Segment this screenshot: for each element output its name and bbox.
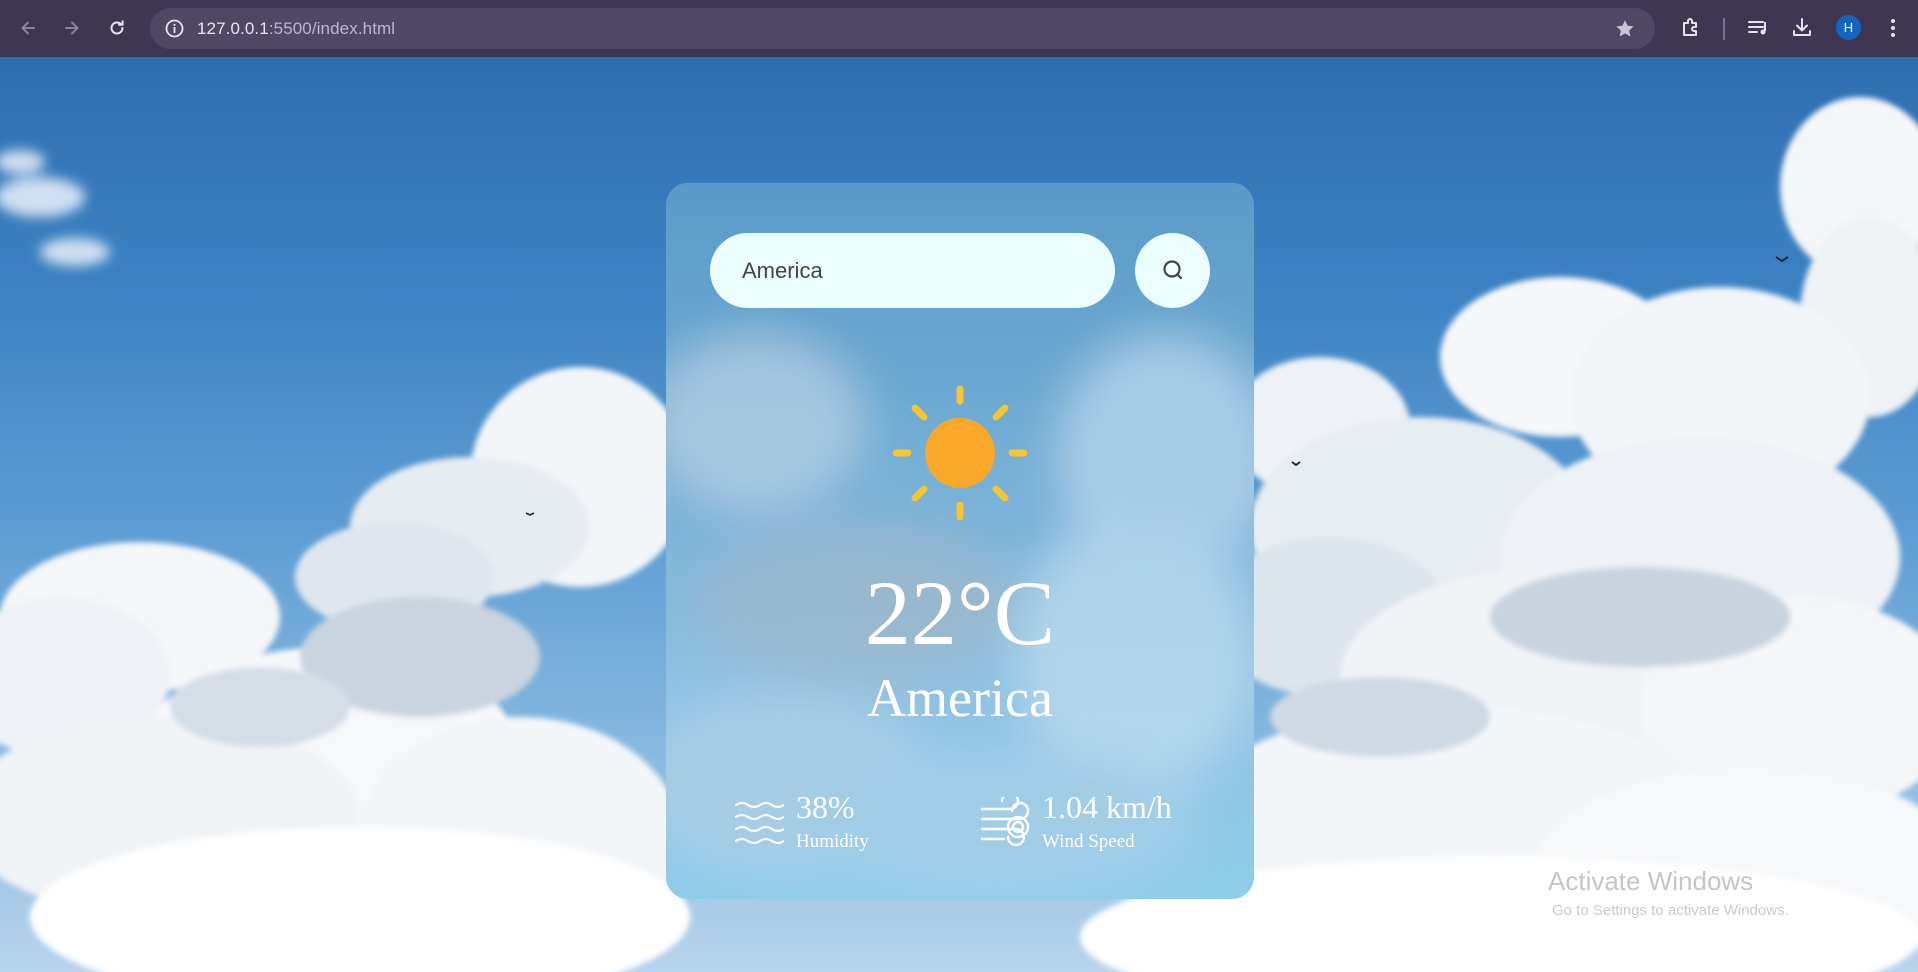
weather-card: America 22°C America 38% Humidity 1.04 k… (666, 183, 1254, 899)
windows-activation-subtitle: Go to Settings to activate Windows. (1552, 902, 1789, 919)
search-button[interactable] (1135, 233, 1210, 308)
search-icon (1162, 259, 1182, 279)
temperature-value: 22°C (864, 562, 1056, 664)
url-host: 127.0.0.1 (197, 19, 269, 38)
wind-block: 1.04 km/h Wind Speed (980, 791, 1172, 851)
humidity-value: 38% (796, 789, 855, 825)
forward-arrow-icon (65, 21, 79, 35)
media-control-icon[interactable] (1744, 14, 1772, 42)
url-path: :5500/index.html (268, 19, 396, 38)
profile-avatar[interactable]: H (1836, 15, 1861, 40)
city-search-input[interactable]: America (710, 233, 1115, 308)
extensions-icon[interactable] (1677, 14, 1705, 42)
wind-speed-value: 1.04 km/h (1042, 789, 1172, 825)
download-icon[interactable] (1788, 14, 1816, 42)
forward-button[interactable] (56, 12, 88, 44)
wind-icon (980, 797, 1030, 847)
wind-speed-label: Wind Speed (1042, 831, 1135, 852)
reload-button[interactable] (101, 12, 133, 44)
city-name: America (867, 668, 1053, 728)
humidity-label: Humidity (796, 831, 869, 852)
url-text: 127.0.0.1:5500/index.html (197, 19, 395, 39)
browser-toolbar: 127.0.0.1:5500/index.html H (0, 0, 1918, 57)
more-menu-icon[interactable] (1879, 14, 1907, 42)
sun-icon (892, 385, 1028, 521)
humidity-block: 38% Humidity (734, 791, 869, 851)
bookmark-star-icon[interactable] (1613, 17, 1637, 41)
site-info-icon[interactable] (164, 18, 185, 39)
windows-activation-title: Activate Windows (1548, 866, 1754, 896)
humidity-waves-icon (735, 802, 784, 844)
address-bar[interactable]: 127.0.0.1:5500/index.html (150, 8, 1655, 49)
reload-icon (110, 20, 124, 35)
toolbar-divider (1723, 18, 1725, 40)
back-arrow-icon (21, 21, 35, 35)
back-button[interactable] (12, 12, 44, 44)
